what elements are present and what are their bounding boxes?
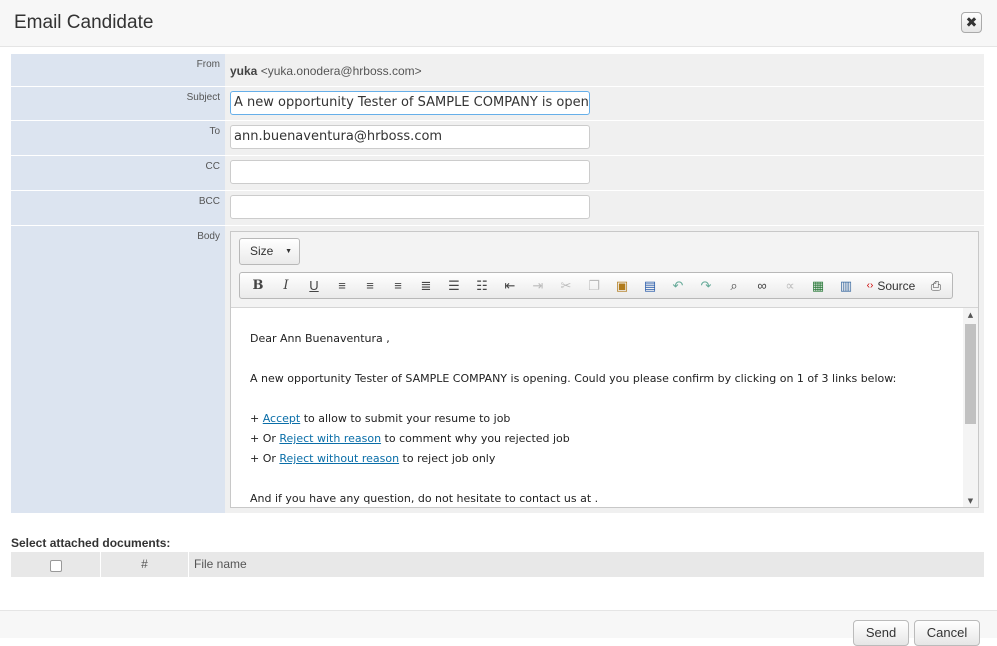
attachments-table-header: # File name — [11, 552, 984, 577]
paste-word-icon[interactable]: ▤ — [636, 275, 664, 297]
table-icon[interactable]: ▥ — [832, 275, 860, 297]
align-left-icon[interactable]: ≡ — [328, 275, 356, 297]
to-input[interactable]: ann.buenaventura@hrboss.com — [230, 125, 590, 149]
modal-header: Email Candidate ✖ — [0, 0, 997, 47]
outdent-icon[interactable]: ⇤ — [496, 275, 524, 297]
justify-icon[interactable]: ≣ — [412, 275, 440, 297]
source-label: Source — [877, 278, 916, 293]
rich-text-editor: Size ▼ B I U ≡ ≡ ≡ ≣ ☰ ☷ ⇤ ⇥ ✂ ❐ ▣ ▤ ↶ ↷… — [230, 231, 979, 508]
size-dropdown[interactable]: Size ▼ — [239, 238, 300, 265]
send-button[interactable]: Send — [853, 620, 909, 646]
align-right-icon[interactable]: ≡ — [384, 275, 412, 297]
column-number: # — [101, 552, 189, 577]
cut-icon[interactable]: ✂ — [552, 275, 580, 297]
cc-row: CC — [11, 156, 984, 191]
source-icon: ‹› — [866, 280, 874, 291]
email-line-accept: + Accept to allow to submit your resume … — [250, 412, 511, 425]
editor-content[interactable]: Dear Ann Buenaventura , A new opportunit… — [231, 307, 978, 507]
scroll-thumb[interactable] — [965, 324, 976, 424]
caret-down-icon: ▼ — [285, 248, 292, 255]
bcc-row: BCC — [11, 191, 984, 226]
subject-label: Subject — [11, 87, 225, 120]
email-form: From yuka <yuka.onodera@hrboss.com> Subj… — [11, 54, 984, 514]
numbered-list-icon[interactable]: ☷ — [468, 275, 496, 297]
indent-icon[interactable]: ⇥ — [524, 275, 552, 297]
align-center-icon[interactable]: ≡ — [356, 275, 384, 297]
to-row: To ann.buenaventura@hrboss.com — [11, 121, 984, 156]
email-closing: And if you have any question, do not hes… — [250, 492, 599, 505]
modal-footer: Send Cancel — [0, 610, 997, 646]
paste-icon[interactable]: ▣ — [608, 275, 636, 297]
copy-icon[interactable]: ❐ — [580, 275, 608, 297]
subject-input[interactable]: A new opportunity Tester of SAMPLE COMPA… — [230, 91, 590, 115]
accept-link[interactable]: Accept — [263, 412, 301, 425]
modal-title: Email Candidate — [14, 12, 154, 33]
from-email: <yuka.onodera@hrboss.com> — [260, 64, 422, 78]
column-file-name: File name — [194, 557, 247, 571]
email-intro: A new opportunity Tester of SAMPLE COMPA… — [250, 372, 897, 385]
italic-icon[interactable]: I — [272, 275, 300, 297]
editor-toolbar: B I U ≡ ≡ ≡ ≣ ☰ ☷ ⇤ ⇥ ✂ ❐ ▣ ▤ ↶ ↷ ⌕ ∞ ∝ … — [239, 272, 953, 299]
scroll-down-icon[interactable]: ▼ — [963, 494, 978, 507]
attachments-title: Select attached documents: — [11, 536, 171, 550]
cc-label: CC — [11, 156, 225, 190]
from-row: From yuka <yuka.onodera@hrboss.com> — [11, 54, 984, 87]
editor-scrollbar[interactable]: ▲ ▼ — [963, 308, 978, 507]
to-label: To — [11, 121, 225, 155]
undo-icon[interactable]: ↶ — [664, 275, 692, 297]
cancel-button[interactable]: Cancel — [914, 620, 980, 646]
from-name: yuka — [230, 64, 258, 78]
close-icon: ✖ — [965, 14, 978, 30]
cc-input[interactable] — [230, 160, 590, 184]
scroll-up-icon[interactable]: ▲ — [963, 308, 978, 322]
bullet-list-icon[interactable]: ☰ — [440, 275, 468, 297]
subject-row: Subject A new opportunity Tester of SAMP… — [11, 87, 984, 121]
reject-with-reason-link[interactable]: Reject with reason — [279, 432, 381, 445]
email-greeting: Dear Ann Buenaventura , — [250, 332, 390, 345]
body-row: Body Size ▼ B I U ≡ ≡ ≡ ≣ ☰ ☷ ⇤ ⇥ ✂ ❐ ▣ … — [11, 226, 984, 514]
reject-without-reason-link[interactable]: Reject without reason — [279, 452, 399, 465]
underline-icon[interactable]: U — [300, 275, 328, 297]
unlink-icon[interactable]: ∝ — [776, 275, 804, 297]
body-label: Body — [11, 226, 225, 513]
find-icon[interactable]: ⌕ — [720, 275, 748, 297]
bcc-label: BCC — [11, 191, 225, 225]
email-line-reject-no-reason: + Or Reject without reason to reject job… — [250, 452, 496, 465]
close-button[interactable]: ✖ — [961, 12, 982, 33]
email-line-reject-reason: + Or Reject with reason to comment why y… — [250, 432, 570, 445]
redo-icon[interactable]: ↷ — [692, 275, 720, 297]
link-icon[interactable]: ∞ — [748, 275, 776, 297]
print-icon[interactable]: ⎙ — [922, 275, 950, 297]
bcc-input[interactable] — [230, 195, 590, 219]
select-all-checkbox[interactable] — [50, 560, 62, 572]
source-button[interactable]: ‹› Source — [860, 275, 922, 297]
size-label: Size — [250, 244, 274, 258]
from-value: yuka <yuka.onodera@hrboss.com> — [230, 58, 984, 78]
image-icon[interactable]: ▦ — [804, 275, 832, 297]
from-label: From — [11, 54, 225, 86]
bold-icon[interactable]: B — [244, 275, 272, 297]
